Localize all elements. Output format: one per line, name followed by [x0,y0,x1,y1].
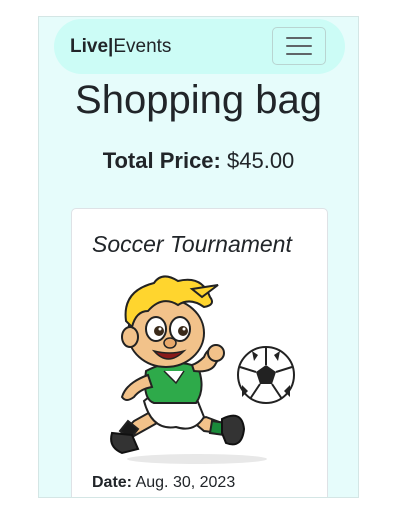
navbar: Live|Events [54,19,345,74]
event-title: Soccer Tournament [92,231,292,257]
hamburger-icon [286,45,312,47]
total-price-value: $45.00 [227,148,295,173]
hamburger-icon [286,37,312,39]
event-date: Date: Aug. 30, 2023 [92,473,235,493]
total-price-label: Total Price: [102,148,221,173]
page-viewport: Live|Events Shopping bag Total Price: $4… [38,16,359,498]
hamburger-icon [286,53,312,55]
event-date-value: Aug. 30, 2023 [135,474,236,491]
brand-link[interactable]: Live|Events [70,36,171,58]
soccer-player-illustration [110,275,295,464]
menu-toggle-button[interactable] [272,27,326,65]
event-image [92,271,306,469]
total-price: Total Price: $45.00 [39,147,358,175]
event-date-label: Date: [92,474,133,491]
page-title: Shopping bag [75,78,322,122]
brand-bold: Live| [70,36,114,57]
brand-rest: Events [113,36,172,57]
cart-item-card: Soccer Tournament Date: Aug. 30, 2023 [71,208,328,497]
